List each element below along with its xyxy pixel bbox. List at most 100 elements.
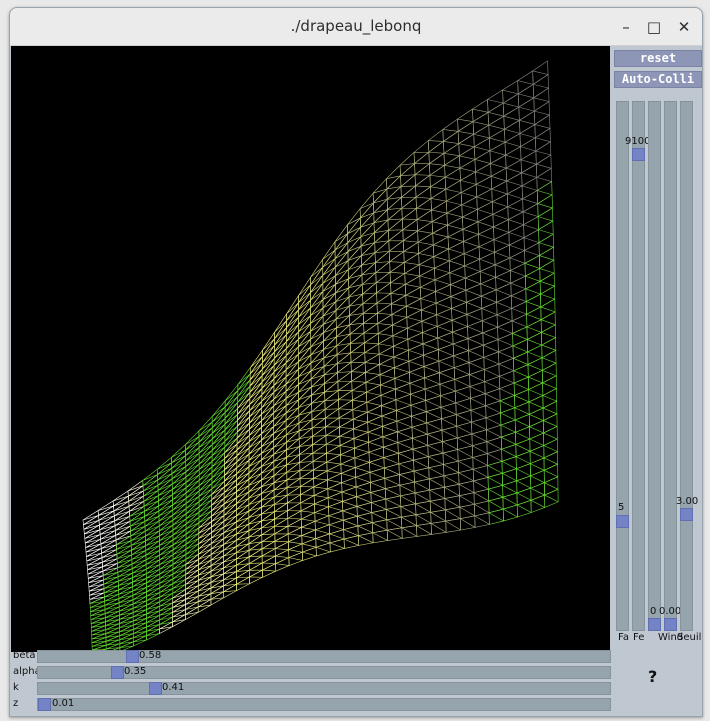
mesh-cell	[487, 102, 505, 126]
mesh-cell	[502, 504, 518, 522]
mesh-cell	[477, 213, 494, 235]
mesh-cell	[459, 515, 476, 531]
fe-slider-thumb[interactable]	[632, 148, 645, 161]
help-button[interactable]: ?	[648, 667, 657, 686]
slider-3-thumb[interactable]	[648, 618, 661, 631]
auto-colli-button[interactable]: Auto-Colli	[614, 71, 702, 88]
mesh-cell	[380, 377, 396, 396]
mesh-cell	[532, 60, 549, 85]
mesh-cell	[472, 98, 489, 123]
flag-mesh	[82, 60, 559, 652]
mesh-cell	[508, 211, 524, 233]
close-icon[interactable]: ✕	[674, 17, 694, 37]
mesh-cell	[434, 272, 451, 292]
mesh-cell	[273, 340, 287, 367]
reset-button[interactable]: reset	[614, 50, 702, 67]
mesh-cell	[363, 312, 379, 334]
mesh-cell	[384, 484, 401, 500]
mesh-cell	[298, 306, 311, 333]
mesh-cell	[444, 155, 461, 178]
mesh-cell	[510, 262, 526, 284]
mesh-cell	[249, 569, 263, 585]
mesh-cell	[326, 454, 342, 472]
maximize-icon[interactable]: □	[644, 17, 664, 37]
mesh-cell	[389, 261, 406, 284]
fe-slider-track[interactable]	[632, 101, 645, 631]
mesh-cell	[185, 527, 200, 545]
mesh-cell	[340, 447, 356, 465]
mesh-cell	[405, 298, 422, 318]
mesh-cell	[487, 89, 504, 113]
z-slider-thumb[interactable]	[38, 698, 51, 711]
wind-slider-thumb[interactable]	[664, 618, 677, 631]
mesh-cell	[479, 251, 496, 272]
mesh-cell	[275, 557, 290, 572]
mesh-cell	[387, 207, 403, 231]
fa-slider-track[interactable]	[616, 101, 629, 631]
mesh-cell	[310, 274, 324, 302]
mesh-cell	[236, 415, 250, 439]
mesh-cell	[324, 399, 340, 419]
minimize-icon[interactable]: –	[616, 17, 636, 37]
mesh-cell	[388, 229, 404, 252]
mesh-cell	[443, 143, 460, 166]
mesh-cell	[417, 232, 434, 254]
beta-slider-track[interactable]	[37, 650, 611, 663]
mesh-cell	[544, 488, 559, 508]
mesh-cell	[301, 520, 316, 537]
mesh-cell	[274, 533, 289, 550]
flag-render-canvas[interactable]	[11, 46, 610, 652]
mesh-cell	[517, 83, 535, 108]
mesh-cell	[476, 188, 493, 210]
wind-slider-track[interactable]	[664, 101, 677, 631]
mesh-cell	[398, 459, 415, 475]
mesh-cell	[261, 525, 276, 543]
k-slider-thumb[interactable]	[149, 682, 162, 695]
mesh-cell	[403, 241, 419, 264]
mesh-cell	[325, 408, 340, 428]
mesh-cell	[351, 381, 367, 401]
mesh-cell	[505, 159, 522, 182]
mesh-cell	[288, 543, 303, 559]
mesh-cell	[262, 331, 275, 358]
mesh-cell	[248, 555, 263, 571]
mesh-cell	[337, 380, 353, 401]
mesh-cell	[340, 467, 356, 484]
mesh-cell	[298, 299, 311, 326]
mesh-cell	[185, 474, 200, 494]
beta-slider-thumb[interactable]	[126, 650, 139, 663]
mesh-cell	[198, 482, 213, 503]
mesh-cell	[377, 303, 393, 324]
mesh-cell	[237, 391, 251, 416]
mesh-cell	[339, 418, 354, 437]
mesh-cell	[493, 231, 510, 253]
mesh-cell	[443, 460, 459, 477]
mesh-cell	[421, 314, 438, 334]
mesh-cell	[413, 139, 430, 165]
mesh-cell	[211, 446, 226, 468]
mesh-cell	[275, 549, 290, 565]
mesh-cell	[172, 523, 187, 541]
mesh-cell	[490, 154, 507, 177]
mesh-cell	[502, 93, 520, 117]
mesh-cell	[425, 406, 442, 424]
seuil-slider-thumb[interactable]	[680, 508, 693, 521]
z-slider-track[interactable]	[37, 698, 611, 711]
mesh-cell	[236, 434, 250, 457]
mesh-cell	[431, 212, 448, 234]
mesh-cell	[377, 313, 393, 335]
mesh-cell	[526, 331, 543, 353]
mesh-cell	[274, 502, 288, 520]
alpha-slider-thumb[interactable]	[111, 666, 124, 679]
mesh-cell	[406, 320, 423, 340]
slider-3-track[interactable]	[648, 101, 661, 631]
fa-slider-thumb[interactable]	[616, 515, 629, 528]
mesh-cell	[389, 250, 405, 273]
seuil-slider-track[interactable]	[680, 101, 693, 631]
mesh-cell	[223, 466, 238, 488]
mesh-cell	[524, 255, 541, 277]
mesh-cell	[329, 538, 345, 553]
mesh-cell	[357, 522, 374, 537]
k-slider-track[interactable]	[37, 682, 611, 695]
mesh-cell	[224, 449, 238, 471]
